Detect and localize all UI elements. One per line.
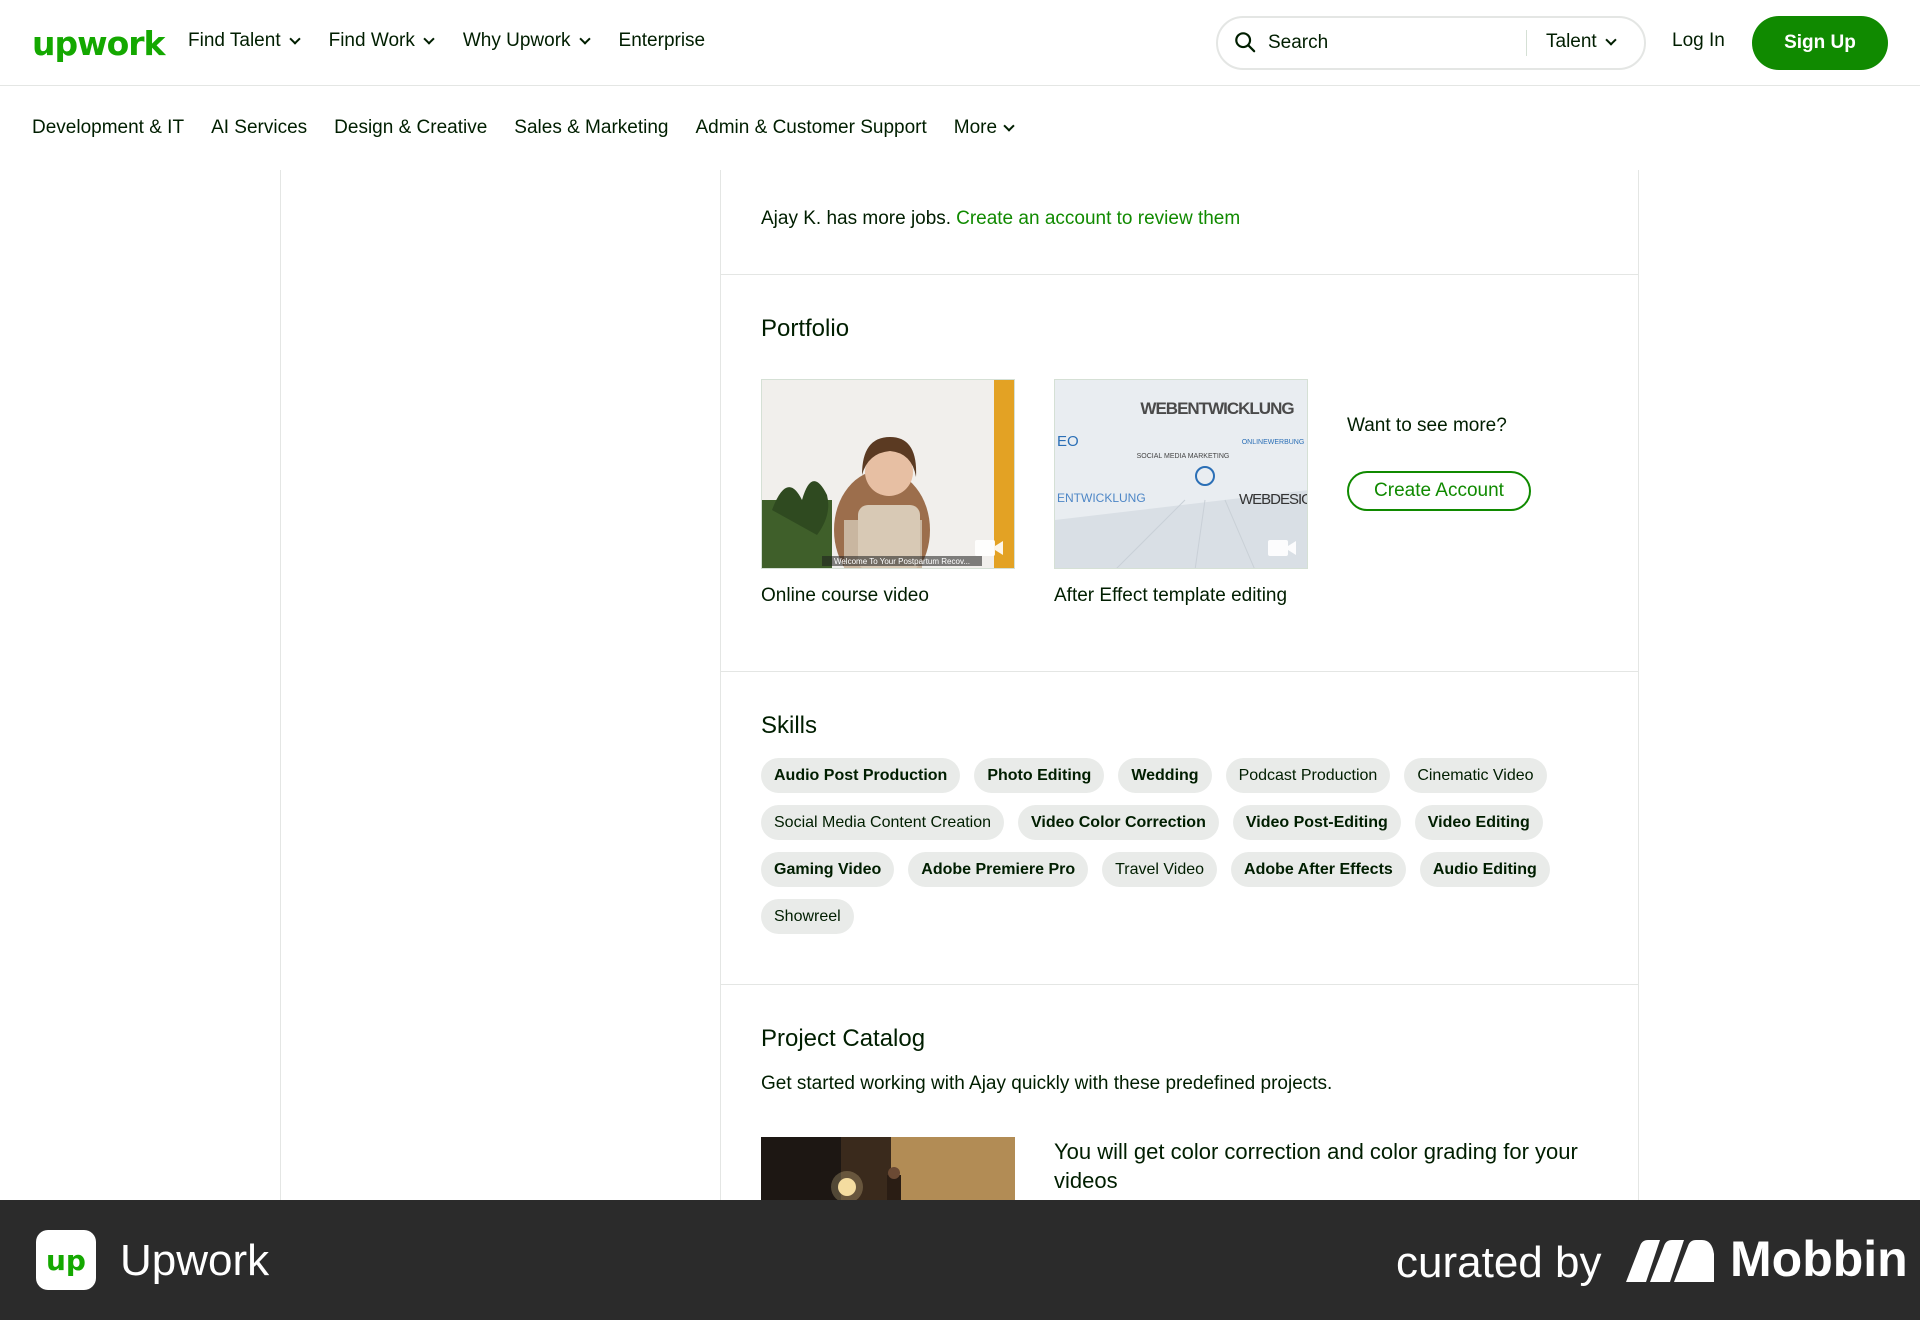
skill-chip[interactable]: Wedding: [1118, 758, 1212, 793]
skill-chip[interactable]: Gaming Video: [761, 852, 895, 887]
thumbnail-word: WEBENTWICKLUNG: [1140, 399, 1294, 418]
portfolio-item-title[interactable]: Online course video: [761, 585, 1015, 607]
skill-chip[interactable]: Video Color Correction: [1018, 805, 1219, 840]
nav-label: Enterprise: [618, 30, 706, 51]
thumbnail-word: WEBDESIG: [1239, 491, 1308, 508]
create-account-link[interactable]: Create an account to review them: [956, 208, 1240, 229]
search-input[interactable]: [1268, 28, 1508, 58]
thumbnail-word: ONLINEWERBUNG: [1242, 439, 1305, 446]
chevron-down-icon: [1003, 119, 1015, 132]
nav-enterprise[interactable]: Enterprise: [619, 30, 706, 52]
chevron-down-icon: [1605, 33, 1617, 46]
profile-main-column: Ajay K. has more jobs. Create an account …: [720, 170, 1639, 1207]
project-thumbnail-image: [761, 1137, 1015, 1207]
category-design-creative[interactable]: Design & Creative: [334, 117, 487, 139]
nav-why-upwork[interactable]: Why Upwork: [462, 30, 591, 52]
signup-button[interactable]: Sign Up: [1752, 16, 1888, 70]
category-admin-support[interactable]: Admin & Customer Support: [695, 117, 926, 139]
nav-label: Find Talent: [188, 30, 281, 51]
project-title[interactable]: You will get color correction and color …: [1054, 1137, 1614, 1195]
video-camera-icon: [975, 540, 1003, 556]
category-more-label: More: [953, 117, 998, 138]
project-thumbnail[interactable]: [761, 1137, 1015, 1207]
category-development-it[interactable]: Development & IT: [32, 117, 184, 139]
more-jobs-text: Ajay K. has more jobs. Create an account …: [761, 208, 1240, 230]
main-nav: Find Talent Find Work Why Upwork Enterpr…: [188, 30, 705, 52]
skill-chip[interactable]: Cinematic Video: [1404, 758, 1547, 793]
skills-list: Audio Post Production Photo Editing Weddin…: [761, 758, 1601, 934]
category-sales-marketing[interactable]: Sales & Marketing: [514, 117, 668, 139]
more-jobs-label: Ajay K. has more jobs.: [761, 208, 952, 229]
chevron-down-icon: [288, 32, 301, 45]
portfolio-section: Portfolio Welcome To Your Postpartum Rec…: [721, 275, 1638, 672]
upwork-logo[interactable]: upwork: [32, 24, 165, 63]
category-ai-services[interactable]: AI Services: [211, 117, 307, 139]
skill-chip[interactable]: Photo Editing: [974, 758, 1105, 793]
banner-app-name: Upwork: [120, 1236, 270, 1285]
nav-find-talent[interactable]: Find Talent: [188, 30, 301, 52]
banner-curated-label: curated by: [1396, 1238, 1602, 1287]
skill-chip[interactable]: Adobe After Effects: [1231, 852, 1406, 887]
see-more-text: Want to see more?: [1347, 415, 1507, 436]
portfolio-item[interactable]: WEBENTWICKLUNG EO ONLINEWERBUNG SOCIAL M…: [1054, 379, 1308, 607]
thumbnail-word: SOCIAL MEDIA MARKETING: [1137, 453, 1230, 460]
login-link[interactable]: Log In: [1672, 30, 1725, 52]
skills-section: Skills Audio Post Production Photo Editin…: [721, 672, 1638, 985]
project-catalog-subtitle: Get started working with Ajay quickly wi…: [761, 1073, 1333, 1094]
portfolio-item[interactable]: Welcome To Your Postpartum Recov... Onli…: [761, 379, 1015, 607]
skill-chip[interactable]: Showreel: [761, 899, 854, 934]
search-category-select[interactable]: Talent: [1546, 31, 1617, 53]
nav-find-work[interactable]: Find Work: [328, 30, 435, 52]
skill-chip[interactable]: Video Post-Editing: [1232, 805, 1401, 840]
nav-label: Why Upwork: [462, 30, 571, 51]
skill-chip[interactable]: Audio Post Production: [761, 758, 961, 793]
search-category-label: Talent: [1546, 31, 1597, 52]
video-caption: Welcome To Your Postpartum Recov...: [834, 557, 970, 566]
category-more[interactable]: More: [953, 117, 1015, 139]
skill-chip[interactable]: Podcast Production: [1225, 758, 1391, 793]
curation-banner: up Upwork curated by Mobbin: [0, 1200, 1920, 1320]
skills-title: Skills: [761, 712, 818, 739]
search-divider: [1526, 30, 1527, 56]
search-bar: Talent: [1216, 16, 1646, 70]
chevron-down-icon: [578, 32, 591, 45]
skill-chip[interactable]: Audio Editing: [1419, 852, 1550, 887]
left-column-divider: [280, 170, 281, 1200]
project-catalog-section: Project Catalog Get started working with…: [721, 985, 1638, 1207]
portfolio-thumbnail[interactable]: Welcome To Your Postpartum Recov...: [761, 379, 1015, 569]
upwork-app-icon: up: [36, 1230, 96, 1290]
skill-chip[interactable]: Video Editing: [1414, 805, 1543, 840]
portfolio-item-title[interactable]: After Effect template editing: [1054, 585, 1308, 607]
create-account-button[interactable]: Create Account: [1347, 471, 1531, 511]
banner-brand-name: Mobbin: [1730, 1231, 1908, 1287]
nav-label: Find Work: [328, 30, 415, 51]
portfolio-thumbnail[interactable]: WEBENTWICKLUNG EO ONLINEWERBUNG SOCIAL M…: [1054, 379, 1308, 569]
video-camera-icon: [1268, 540, 1296, 556]
project-catalog-title: Project Catalog: [761, 1025, 926, 1052]
chevron-down-icon: [423, 32, 435, 45]
search-icon[interactable]: [1234, 31, 1256, 53]
portfolio-title: Portfolio: [761, 315, 850, 342]
mobbin-logo-icon: [1626, 1240, 1714, 1282]
thumbnail-word: EO: [1057, 433, 1079, 450]
top-navbar: upwork Find Talent Find Work Why Upwork …: [0, 0, 1920, 86]
category-nav: Development & IT AI Services Design & Cr…: [0, 87, 1920, 169]
skill-chip[interactable]: Social Media Content Creation: [761, 805, 1005, 840]
skill-chip[interactable]: Travel Video: [1102, 852, 1218, 887]
skill-chip[interactable]: Adobe Premiere Pro: [908, 852, 1089, 887]
thumbnail-word: ENTWICKLUNG: [1057, 491, 1146, 505]
work-history-section: Ajay K. has more jobs. Create an account …: [721, 170, 1638, 275]
